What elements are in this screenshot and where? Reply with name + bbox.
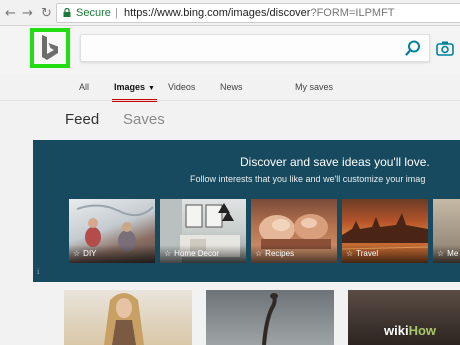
interest-card-more[interactable]: ☆ Me (433, 199, 460, 263)
feed-image (104, 293, 144, 345)
star-icon[interactable]: ☆ (164, 249, 171, 258)
chevron-down-icon: ▼ (148, 85, 155, 92)
tab-my-saves[interactable]: My saves (295, 82, 333, 92)
feed-image-tile[interactable] (206, 290, 334, 345)
tab-news[interactable]: News (220, 82, 243, 92)
vertical-tabs: All Images ▼ Videos News My saves (0, 76, 460, 102)
interest-card-label: ☆ DIY (69, 245, 155, 263)
interest-card-label: ☆ Travel (342, 245, 428, 263)
forward-icon[interactable]: → (22, 6, 33, 21)
star-icon[interactable]: ☆ (73, 249, 80, 258)
interest-card-recipes[interactable]: ☆ Recipes (251, 199, 337, 263)
interest-card-text: Me (447, 249, 459, 258)
interest-card-text: Travel (356, 249, 379, 258)
address-bar[interactable]: Secure | https://www.bing.com/images/dis… (56, 3, 460, 23)
interest-card-label: ☆ Me (433, 245, 460, 263)
url-text: https://www.bing.com/images/discover?FOR… (124, 4, 395, 22)
tab-all[interactable]: All (79, 82, 89, 92)
interest-card-label: ☆ Home Decor (160, 245, 246, 263)
lock-icon (63, 8, 71, 17)
url-separator: | (115, 7, 118, 19)
banner-subtitle: Follow interests that you like and we'll… (190, 174, 426, 184)
reload-icon[interactable]: ↻ (41, 6, 52, 21)
star-icon[interactable]: ☆ (346, 249, 353, 258)
interest-card-text: Recipes (265, 249, 295, 258)
interest-card-diy[interactable]: ☆ DIY (69, 199, 155, 263)
url-query: ?FORM=ILPMFT (310, 7, 395, 19)
bing-logo[interactable] (30, 28, 70, 68)
tab-videos[interactable]: Videos (168, 82, 195, 92)
camera-icon[interactable] (436, 40, 454, 56)
watermark-how: How (408, 323, 437, 338)
tab-saves[interactable]: Saves (123, 111, 165, 128)
interest-card-label: ☆ Recipes (251, 245, 337, 263)
search-icon[interactable] (404, 39, 422, 57)
tab-feed[interactable]: Feed (65, 111, 99, 128)
watermark-wiki: wiki (384, 323, 409, 338)
interest-card-home-decor[interactable]: ☆ Home Decor (160, 199, 246, 263)
banner-title: Discover and save ideas you'll love. (240, 155, 430, 169)
tab-images-label: Images (114, 82, 146, 92)
interest-card-text: Home Decor (174, 249, 220, 258)
star-icon[interactable]: ☆ (437, 249, 444, 258)
discover-banner: Discover and save ideas you'll love. Fol… (33, 140, 460, 282)
feed-image-tile[interactable] (64, 290, 192, 345)
url-main: https://www.bing.com/images/discover (124, 7, 311, 19)
secure-label: Secure (76, 7, 111, 19)
wikihow-watermark: wikiHow (384, 323, 436, 338)
search-input[interactable] (80, 34, 430, 62)
tabs-divider (0, 100, 460, 101)
bing-logo-icon (42, 35, 58, 60)
browser-toolbar: ← → ↻ Secure | https://www.bing.com/imag… (0, 0, 460, 26)
interest-card-text: DIY (83, 249, 97, 258)
interest-card-travel[interactable]: ☆ Travel (342, 199, 428, 263)
info-icon[interactable]: i (37, 268, 39, 276)
tab-images[interactable]: Images ▼ (112, 82, 157, 102)
feed-image (262, 293, 278, 345)
back-icon[interactable]: ← (5, 6, 16, 21)
star-icon[interactable]: ☆ (255, 249, 262, 258)
